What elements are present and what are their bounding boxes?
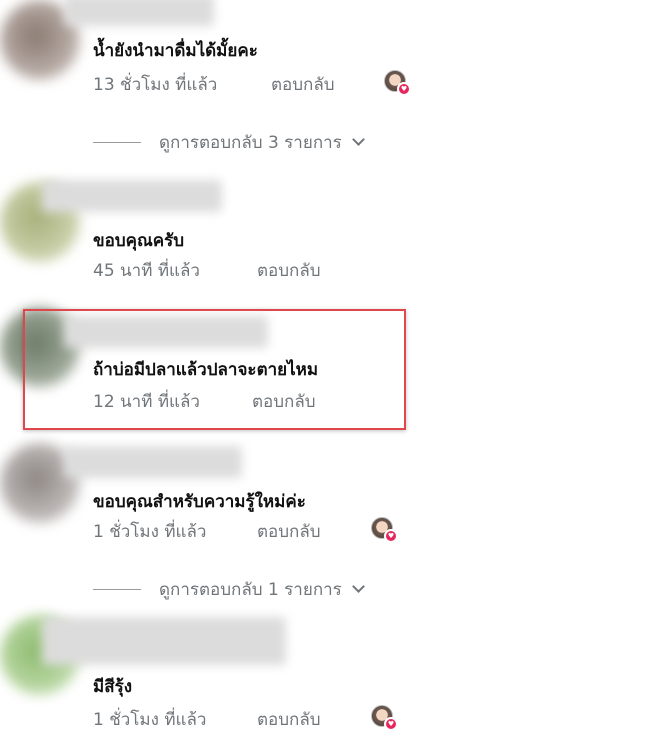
- reply-button[interactable]: ตอบกลับ: [257, 257, 321, 284]
- comment-time: 13 ชั่วโมง ที่แล้ว: [93, 75, 218, 95]
- heart-icon: ♥: [384, 529, 398, 543]
- comment-thread: น้ำยังนำมาดื่มได้มั้ยคะ 13 ชั่วโมง ที่แล…: [0, 0, 669, 751]
- author-name-blurred[interactable]: [64, 0, 214, 26]
- reply-button[interactable]: ตอบกลับ: [257, 518, 321, 545]
- view-replies-button[interactable]: ดูการตอบกลับ 1 รายการ: [93, 576, 365, 603]
- divider: [93, 142, 141, 143]
- comment-text: น้ำยังนำมาดื่มได้มั้ยคะ: [93, 41, 258, 61]
- author-name-blurred[interactable]: [64, 446, 242, 478]
- comment-time: 1 ชั่วโมง ที่แล้ว: [93, 710, 207, 730]
- heart-icon: ♥: [397, 82, 411, 96]
- highlight-box: [23, 309, 406, 430]
- reply-button[interactable]: ตอบกลับ: [257, 706, 321, 733]
- author-name-blurred[interactable]: [42, 617, 286, 665]
- chevron-down-icon: [351, 133, 365, 146]
- view-replies-label: ดูการตอบกลับ 1 รายการ: [159, 580, 342, 600]
- author-name-blurred[interactable]: [42, 180, 222, 212]
- heart-icon: ♥: [384, 717, 398, 731]
- comment-text: ขอบคุณสำหรับความรู้ใหม่ค่ะ: [93, 492, 306, 512]
- author-heart-badge: ♥: [371, 705, 398, 731]
- author-heart-badge: ♥: [371, 517, 398, 543]
- comment-text: ขอบคุณครับ: [93, 231, 185, 251]
- comment-time: 45 นาที ที่แล้ว: [93, 261, 200, 281]
- reply-button[interactable]: ตอบกลับ: [271, 71, 335, 98]
- view-replies-button[interactable]: ดูการตอบกลับ 3 รายการ: [93, 129, 365, 156]
- chevron-down-icon: [351, 580, 365, 593]
- author-heart-badge: ♥: [384, 70, 411, 96]
- comment-time: 1 ชั่วโมง ที่แล้ว: [93, 522, 207, 542]
- divider: [93, 589, 141, 590]
- comment-text: มีสีรุ้ง: [93, 677, 133, 697]
- view-replies-label: ดูการตอบกลับ 3 รายการ: [159, 133, 342, 153]
